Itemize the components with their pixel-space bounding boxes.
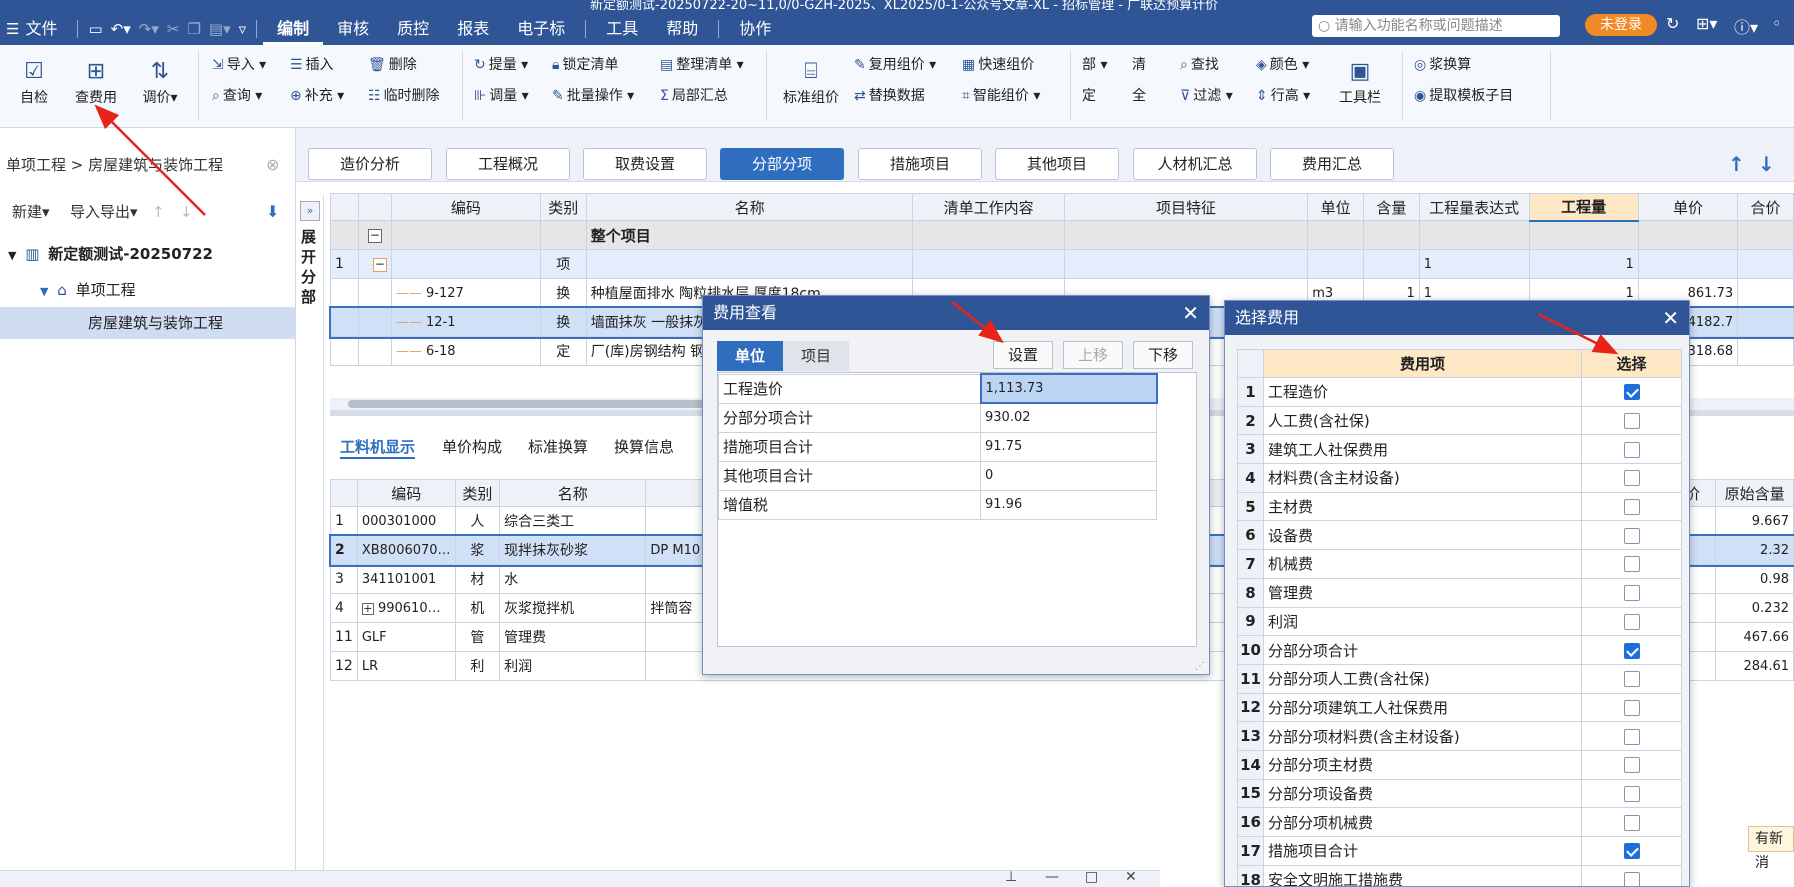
annotation-arrow-settings xyxy=(951,301,1004,344)
annotation-arrow-select xyxy=(1537,312,1619,355)
annotation-arrow-view-fee xyxy=(94,104,206,216)
annotation-arrows xyxy=(94,104,1619,355)
